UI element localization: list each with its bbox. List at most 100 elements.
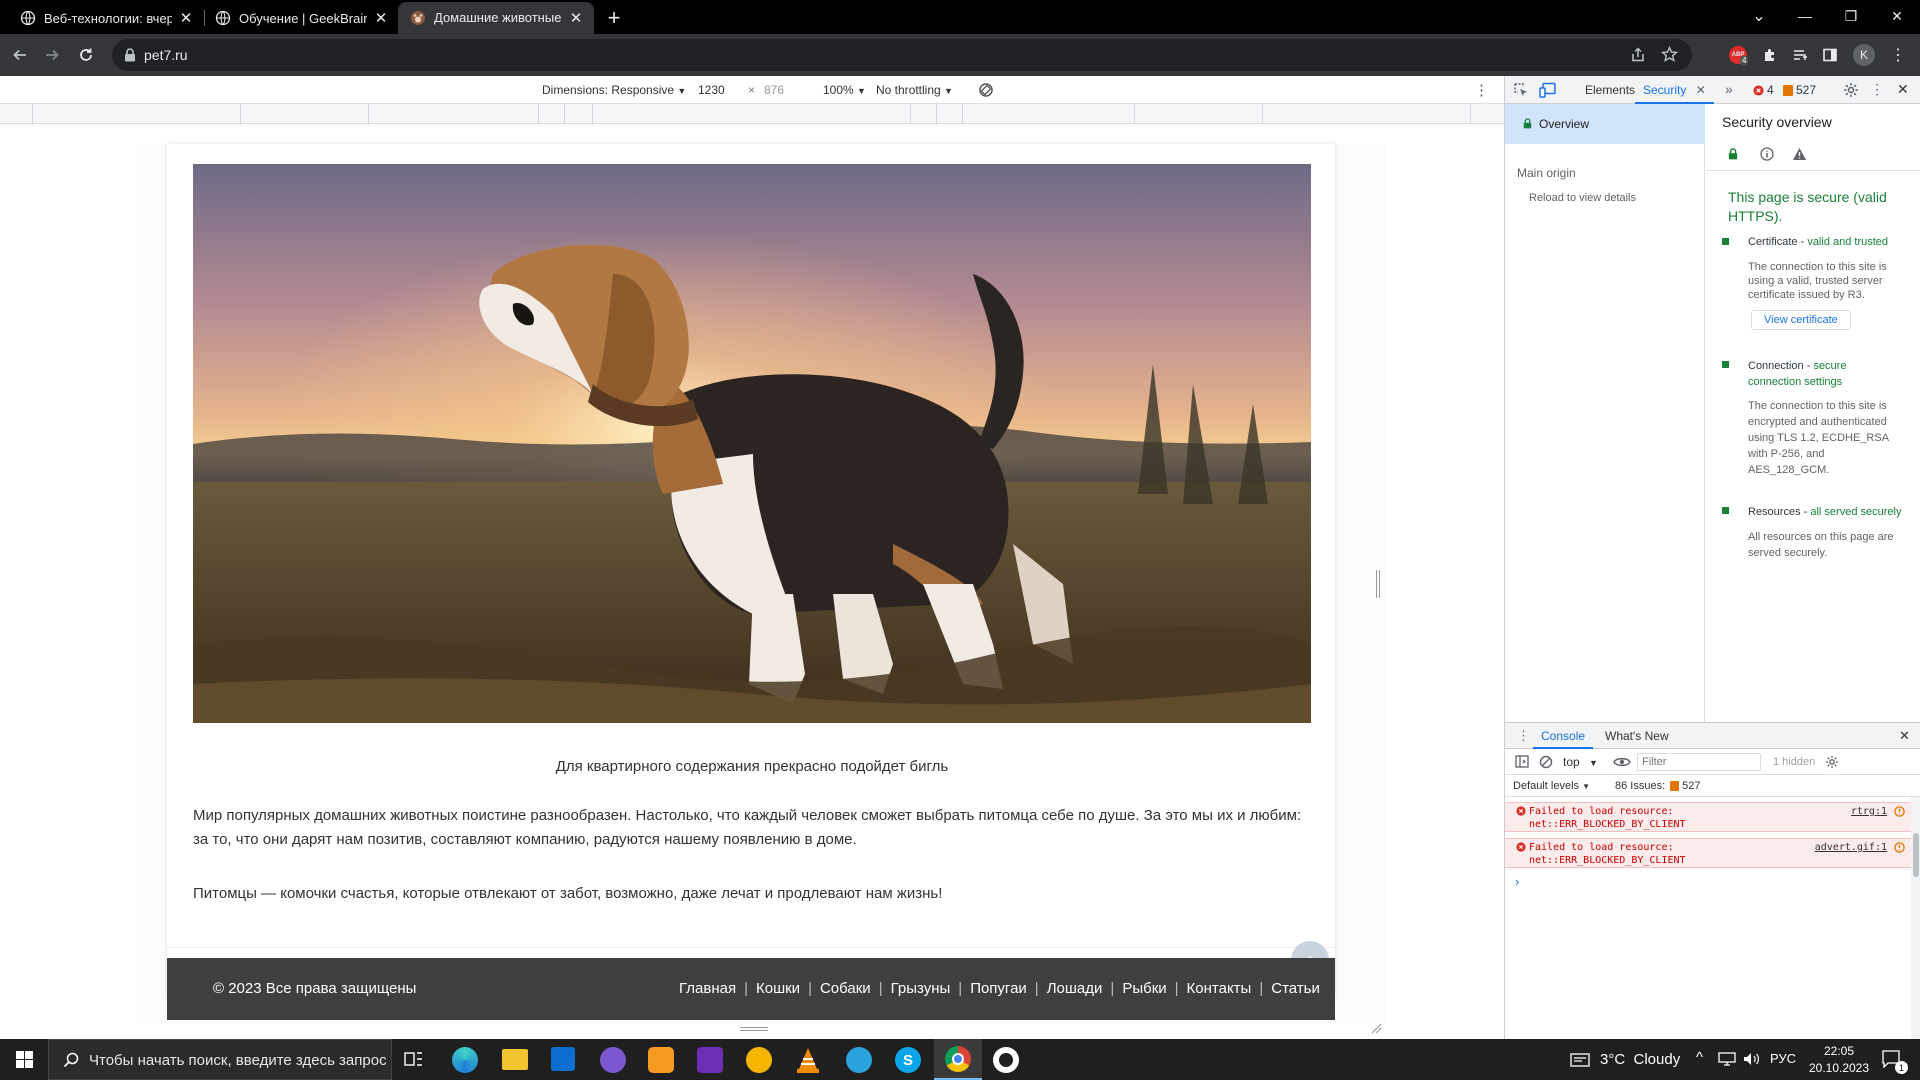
share-icon[interactable] bbox=[1630, 47, 1646, 63]
input-language[interactable]: РУС bbox=[1770, 1051, 1796, 1066]
footer-link-fish[interactable]: Рыбки bbox=[1122, 980, 1166, 997]
video-editor-app-icon[interactable] bbox=[697, 1047, 723, 1073]
close-drawer-icon[interactable]: ✕ bbox=[1899, 728, 1910, 744]
dimensions-select[interactable]: Dimensions: Responsive ▼ bbox=[542, 83, 686, 97]
footer-link-parrots[interactable]: Попугаи bbox=[970, 980, 1027, 997]
close-window-button[interactable]: ✕ bbox=[1874, 0, 1920, 32]
sidebar-toggle-icon[interactable] bbox=[1515, 755, 1529, 768]
adblock-extension-icon[interactable]: ABP 4 bbox=[1724, 41, 1752, 69]
forward-button[interactable] bbox=[38, 41, 66, 69]
tab-geekbrains[interactable]: Обучение | GeekBrains - образо ✕ bbox=[203, 2, 399, 34]
tab-elements[interactable]: Elements bbox=[1585, 83, 1635, 97]
viewport-resize-handle-right[interactable] bbox=[1376, 570, 1380, 598]
drawer-menu-icon[interactable]: ⋮ bbox=[1517, 728, 1530, 744]
tab-pets[interactable]: Домашние животные 🐱 Все п ✕ bbox=[398, 2, 594, 34]
lock-icon[interactable] bbox=[124, 48, 136, 62]
tab-webtech[interactable]: Веб-технологии: вчера, сегодня ✕ bbox=[8, 2, 204, 34]
media-player-app-icon[interactable] bbox=[648, 1047, 674, 1073]
footer-link-cats[interactable]: Кошки bbox=[756, 980, 800, 997]
tray-overflow-icon[interactable]: ^ bbox=[1696, 1049, 1703, 1066]
side-panel-button[interactable] bbox=[1816, 41, 1844, 69]
error-counter[interactable]: 4 bbox=[1753, 83, 1774, 97]
warning-counter[interactable]: 527 bbox=[1783, 83, 1816, 97]
telegram-app-icon[interactable] bbox=[846, 1047, 872, 1073]
network-icon[interactable] bbox=[1718, 1052, 1736, 1066]
globe-icon bbox=[20, 10, 36, 26]
context-select[interactable]: top ▼ bbox=[1563, 755, 1598, 769]
console-scrollbar[interactable] bbox=[1911, 797, 1920, 1040]
weather-widget-icon[interactable] bbox=[1570, 1052, 1590, 1068]
height-input[interactable] bbox=[764, 81, 812, 99]
times-icon: × bbox=[748, 83, 756, 97]
new-tab-button[interactable]: + bbox=[600, 4, 628, 32]
taskbar-search-box[interactable]: Чтобы начать поиск, введите здесь запрос bbox=[48, 1039, 392, 1080]
clear-console-icon[interactable] bbox=[1539, 755, 1553, 769]
reading-list-button[interactable] bbox=[1786, 41, 1814, 69]
overview-item[interactable]: Overview bbox=[1505, 104, 1705, 144]
maximize-button[interactable]: ❐ bbox=[1828, 0, 1874, 32]
tab-title: Веб-технологии: вчера, сегодня bbox=[44, 10, 172, 26]
device-toggle-icon[interactable] bbox=[1539, 82, 1557, 98]
error-source-link[interactable]: rtrg:1 bbox=[1851, 806, 1887, 817]
bookmark-star-icon[interactable] bbox=[1661, 46, 1678, 63]
device-options-icon[interactable]: ⋮ bbox=[1474, 81, 1489, 99]
start-button[interactable] bbox=[0, 1039, 48, 1080]
inspect-element-icon[interactable] bbox=[1513, 82, 1529, 98]
extensions-button[interactable] bbox=[1756, 41, 1784, 69]
edge-app-icon[interactable] bbox=[452, 1047, 478, 1073]
footer-link-rodents[interactable]: Грызуны bbox=[891, 980, 951, 997]
console-filter-input[interactable] bbox=[1637, 753, 1761, 771]
footer-link-home[interactable]: Главная bbox=[679, 980, 736, 997]
devtools-menu-icon[interactable]: ⋮ bbox=[1870, 81, 1884, 98]
tab-whats-new[interactable]: What's New bbox=[1605, 729, 1669, 743]
tab-close-icon[interactable]: ✕ bbox=[373, 9, 389, 27]
resize-corner-icon[interactable] bbox=[1370, 1022, 1382, 1034]
clock[interactable]: 22:05 20.10.2023 bbox=[1804, 1043, 1874, 1077]
back-button[interactable] bbox=[6, 41, 34, 69]
profile-avatar[interactable]: K bbox=[1850, 41, 1878, 69]
eye-icon[interactable] bbox=[1613, 756, 1631, 768]
tab-close-icon[interactable]: ✕ bbox=[178, 9, 194, 27]
close-tab-icon[interactable]: ✕ bbox=[1696, 83, 1706, 97]
footer-link-horses[interactable]: Лошади bbox=[1047, 980, 1103, 997]
default-levels-select[interactable]: Default levels ▼ bbox=[1513, 780, 1590, 792]
issues-link[interactable]: 86 Issues: 527 bbox=[1615, 780, 1701, 792]
media-list-icon bbox=[1794, 50, 1807, 60]
width-input[interactable] bbox=[698, 81, 746, 99]
chrome-app-button[interactable] bbox=[934, 1039, 982, 1080]
more-tabs-icon[interactable]: » bbox=[1725, 81, 1733, 97]
scrollbar-thumb[interactable] bbox=[1913, 833, 1919, 877]
skype-app-icon[interactable]: S bbox=[895, 1047, 921, 1073]
error-source-link[interactable]: advert.gif:1 bbox=[1815, 842, 1887, 853]
view-certificate-button[interactable]: View certificate bbox=[1751, 310, 1851, 330]
file-explorer-icon[interactable] bbox=[502, 1049, 528, 1070]
footer-link-articles[interactable]: Статьи bbox=[1271, 980, 1320, 997]
close-devtools-icon[interactable]: ✕ bbox=[1897, 81, 1909, 98]
reload-button[interactable] bbox=[72, 41, 100, 69]
rotate-icon[interactable] bbox=[978, 82, 994, 98]
address-bar[interactable]: pet7.ru bbox=[112, 39, 1692, 71]
tab-security[interactable]: Security ✕ bbox=[1635, 76, 1714, 104]
github-app-icon[interactable] bbox=[993, 1047, 1019, 1073]
console-settings-icon[interactable] bbox=[1825, 755, 1839, 769]
settings-gear-icon[interactable] bbox=[1843, 82, 1859, 98]
weather-text[interactable]: 3°C Cloudy bbox=[1600, 1051, 1680, 1068]
browser-menu-icon[interactable]: ⋮ bbox=[1884, 41, 1912, 69]
autocad-app-icon[interactable] bbox=[746, 1047, 772, 1073]
store-app-icon[interactable] bbox=[551, 1047, 575, 1071]
ad-blocked-icon bbox=[1894, 842, 1905, 853]
console-prompt[interactable]: › bbox=[1515, 874, 1519, 889]
minimize-button[interactable]: — bbox=[1782, 0, 1828, 32]
tab-close-icon[interactable]: ✕ bbox=[568, 9, 584, 27]
viber-app-icon[interactable] bbox=[600, 1047, 626, 1073]
tab-console[interactable]: Console bbox=[1533, 723, 1594, 749]
footer-link-contacts[interactable]: Контакты bbox=[1187, 980, 1252, 997]
vlc-app-icon[interactable] bbox=[796, 1047, 820, 1078]
zoom-select[interactable]: 100% ▼ bbox=[823, 83, 866, 97]
tab-search-dropdown-icon[interactable]: ⌄ bbox=[1736, 0, 1782, 32]
task-view-button[interactable] bbox=[404, 1050, 424, 1073]
throttling-select[interactable]: No throttling ▼ bbox=[876, 83, 953, 97]
footer-link-dogs[interactable]: Собаки bbox=[820, 980, 871, 997]
viewport-resize-handle-bottom[interactable] bbox=[740, 1027, 768, 1031]
volume-icon[interactable] bbox=[1742, 1051, 1760, 1067]
